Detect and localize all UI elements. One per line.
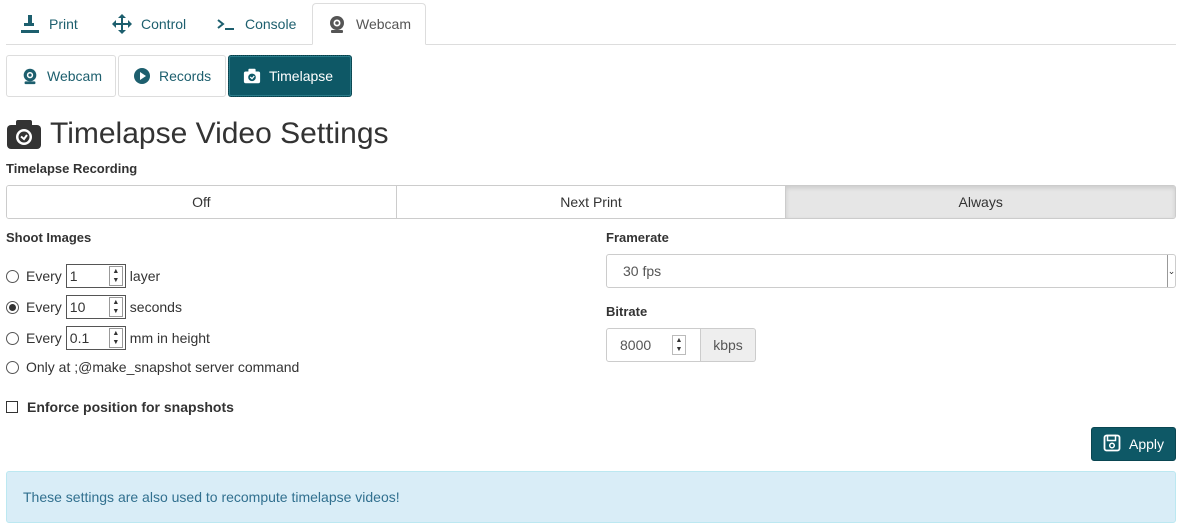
terminal-icon (216, 14, 236, 34)
shoot-layer-input[interactable]: 1 ▲ ▼ (65, 264, 126, 288)
chevron-down-icon: ⌄ (1167, 255, 1175, 287)
bitrate-label: Bitrate (606, 304, 648, 319)
shoot-option-command: Only at ;@make_snapshot server command (6, 354, 299, 380)
shoot-seconds-value: 10 (69, 299, 86, 315)
shoot-option-height: Every 0.1 ▲ ▼ mm in height (6, 325, 210, 351)
enforce-position-checkbox[interactable] (6, 401, 18, 413)
shoot-images-label: Shoot Images (6, 230, 92, 245)
main-tab-bar: Print Control Console Webcam (6, 3, 1176, 45)
framerate-value: 30 fps (623, 263, 662, 279)
shoot-layer-radio[interactable] (6, 269, 19, 283)
recording-option-next-print[interactable]: Next Print (396, 186, 787, 218)
bitrate-input-group: 8000 ▲ ▼ kbps (606, 328, 756, 362)
subtab-webcam[interactable]: Webcam (6, 55, 116, 97)
shoot-layer-prefix: Every (26, 268, 62, 284)
shoot-height-radio[interactable] (6, 331, 19, 345)
tab-control[interactable]: Control (98, 3, 200, 45)
spinner-icon[interactable]: ▲ ▼ (108, 328, 123, 348)
shoot-seconds-radio[interactable] (6, 300, 19, 314)
camera-icon (6, 118, 42, 150)
tab-console-label: Console (245, 16, 297, 32)
subtab-webcam-label: Webcam (47, 68, 102, 84)
bitrate-input[interactable]: 8000 ▲ ▼ (606, 328, 701, 362)
shoot-seconds-input[interactable]: 10 ▲ ▼ (65, 295, 126, 319)
spinner-icon[interactable]: ▲ ▼ (108, 266, 123, 286)
tab-control-label: Control (141, 16, 187, 32)
info-text: These settings are also used to recomput… (23, 489, 400, 505)
shoot-height-prefix: Every (26, 330, 62, 346)
shoot-layer-value: 1 (69, 268, 78, 284)
print-icon (20, 14, 40, 34)
shoot-layer-suffix: layer (129, 268, 161, 284)
tab-print[interactable]: Print (6, 3, 92, 45)
page-title-text: Timelapse Video Settings (50, 117, 389, 150)
recording-option-off[interactable]: Off (7, 186, 397, 218)
shoot-command-radio[interactable] (6, 360, 19, 374)
shoot-seconds-suffix: seconds (129, 299, 182, 315)
bitrate-value: 8000 (620, 337, 652, 353)
subtab-records-label: Records (159, 68, 212, 84)
shoot-height-suffix: mm in height (129, 330, 210, 346)
shoot-option-layer: Every 1 ▲ ▼ layer (6, 263, 160, 289)
camera-icon (243, 67, 261, 85)
spinner-icon[interactable]: ▲ ▼ (108, 297, 123, 317)
shoot-option-seconds: Every 10 ▲ ▼ seconds (6, 294, 182, 320)
subtab-timelapse[interactable]: Timelapse (228, 55, 352, 97)
subtab-records[interactable]: Records (118, 55, 226, 97)
tab-print-label: Print (49, 16, 78, 32)
spinner-icon[interactable]: ▲ ▼ (672, 335, 686, 355)
framerate-label: Framerate (606, 230, 669, 245)
move-arrows-icon (112, 14, 132, 34)
shoot-seconds-prefix: Every (26, 299, 62, 315)
save-icon (1103, 434, 1121, 455)
recording-segmented-control: Off Next Print Always (6, 185, 1176, 219)
enforce-position-label: Enforce position for snapshots (27, 399, 234, 415)
webcam-icon (21, 67, 39, 85)
bitrate-unit: kbps (701, 328, 756, 362)
page-title: Timelapse Video Settings (6, 114, 389, 154)
shoot-height-input[interactable]: 0.1 ▲ ▼ (65, 326, 126, 350)
apply-button[interactable]: Apply (1091, 427, 1176, 461)
recording-option-always[interactable]: Always (786, 186, 1175, 218)
shoot-command-label: Only at ;@make_snapshot server command (26, 359, 300, 375)
recording-label: Timelapse Recording (6, 161, 138, 176)
enforce-position-row: Enforce position for snapshots (6, 394, 234, 420)
tab-console[interactable]: Console (202, 3, 310, 45)
webcam-icon (327, 14, 347, 34)
shoot-height-value: 0.1 (69, 330, 90, 346)
play-circle-icon (133, 67, 151, 85)
tab-webcam[interactable]: Webcam (312, 3, 426, 45)
apply-label: Apply (1128, 436, 1165, 452)
info-alert: These settings are also used to recomput… (6, 471, 1176, 523)
subtab-timelapse-label: Timelapse (269, 68, 334, 84)
tab-webcam-label: Webcam (356, 16, 411, 32)
framerate-select[interactable]: 30 fps ⌄ (606, 254, 1176, 288)
